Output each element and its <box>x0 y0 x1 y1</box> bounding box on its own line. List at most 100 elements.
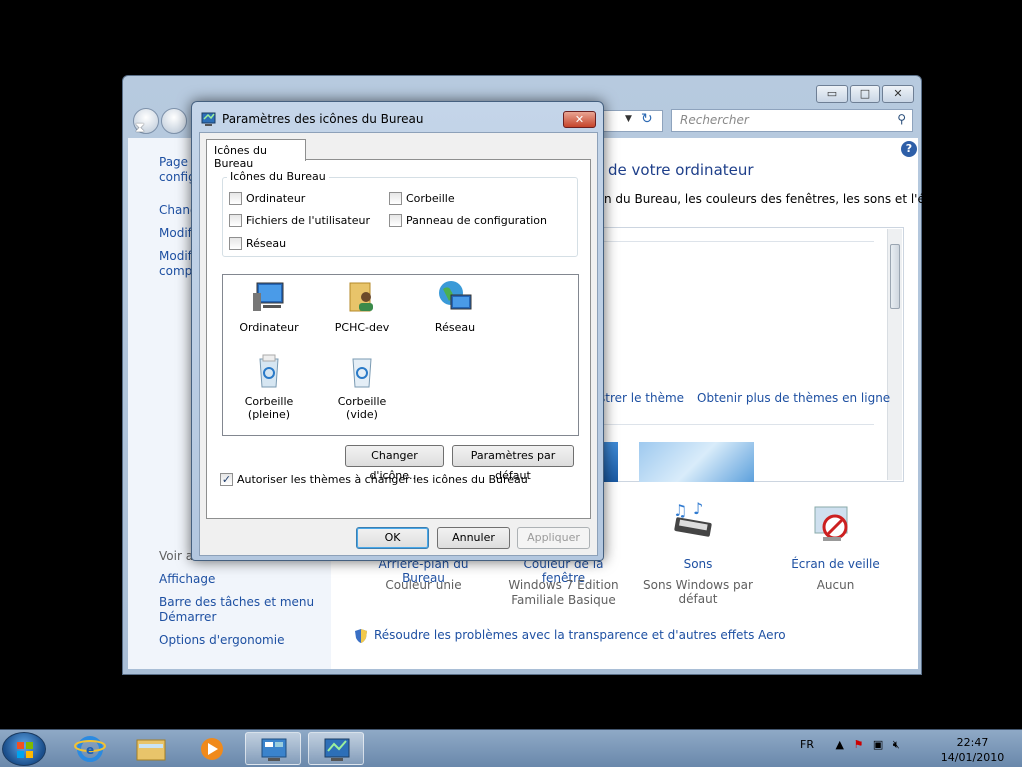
dialog-close-button[interactable]: ✕ <box>563 111 596 128</box>
network-icon <box>437 279 473 315</box>
svg-text:♫: ♫ <box>673 501 687 520</box>
taskbar-explorer[interactable] <box>123 732 179 765</box>
network-tray-icon[interactable]: ▣ <box>873 738 883 751</box>
icon-item-recycle-empty[interactable]: Corbeille (vide) <box>322 353 402 421</box>
svg-text:e: e <box>86 743 94 757</box>
window-color-value-2: Familiale Basique <box>511 593 616 607</box>
taskbar-ie[interactable]: e <box>62 732 118 765</box>
icon-label: Réseau <box>434 321 476 334</box>
cancel-button[interactable]: Annuler <box>437 527 510 549</box>
clock-time: 22:47 <box>956 736 989 749</box>
checkbox-ordinateur[interactable]: Ordinateur <box>229 192 305 205</box>
computer-icon <box>251 279 287 315</box>
checkbox-label: Réseau <box>246 237 287 250</box>
icon-list[interactable]: Ordinateur PCHC-dev Réseau Corbeille (pl… <box>222 274 579 436</box>
forward-button[interactable] <box>161 108 187 134</box>
screensaver-link[interactable]: Écran de veille <box>778 557 893 571</box>
clock-date: 14/01/2010 <box>940 751 1005 764</box>
checkbox-control-panel[interactable]: Panneau de configuration <box>389 214 547 227</box>
busy-cursor-icon: ⧗ <box>135 120 145 136</box>
page-subtitle: n du Bureau, les couleurs des fenêtres, … <box>604 192 952 206</box>
scrollbar-thumb[interactable] <box>890 244 900 309</box>
volume-muted-icon[interactable]: 🔇︎ <box>893 738 900 751</box>
dialog-title: Paramètres des icônes du Bureau <box>222 112 424 126</box>
user-folder-icon <box>344 279 380 315</box>
icon-label: Corbeille (pleine) <box>244 395 294 421</box>
maximize-button[interactable]: □ <box>850 85 880 103</box>
language-indicator[interactable]: FR <box>800 738 814 751</box>
dialog-body: Icônes du Bureau Icônes du Bureau Ordina… <box>199 132 598 556</box>
help-icon[interactable]: ? <box>901 141 917 157</box>
ok-button[interactable]: OK <box>356 527 429 549</box>
page-heading: de votre ordinateur <box>608 161 754 179</box>
taskbar-control-panel[interactable] <box>245 732 301 765</box>
more-themes-link[interactable]: Obtenir plus de thèmes en ligne <box>697 391 890 405</box>
recycle-bin-empty-icon <box>344 353 380 389</box>
checkbox-box[interactable] <box>389 214 402 227</box>
search-icon[interactable]: ⚲ <box>897 112 906 126</box>
change-icon-button[interactable]: Changer d'icône... <box>345 445 444 482</box>
icon-item-reseau[interactable]: Réseau <box>415 279 495 334</box>
save-theme-link[interactable]: strer le thème <box>599 391 684 405</box>
checkbox-label: Corbeille <box>406 192 455 205</box>
checkbox-box[interactable] <box>229 237 242 250</box>
link-affichage[interactable]: Affichage <box>159 572 215 586</box>
checkbox-user-files[interactable]: Fichiers de l'utilisateur <box>229 214 370 227</box>
checkbox-box[interactable] <box>389 192 402 205</box>
minimize-button[interactable]: ▭ <box>816 85 848 103</box>
icon-label: Ordinateur <box>239 321 299 334</box>
desktop-background-value: Couleur unie <box>385 578 462 592</box>
sounds-icon[interactable]: ♫ ♪ <box>671 499 715 538</box>
checkbox-label: Autoriser les thèmes à changer les icône… <box>237 473 528 486</box>
dialog-app-icon <box>201 111 217 127</box>
scrollbar[interactable] <box>887 229 902 480</box>
taskbar-media-player[interactable] <box>184 732 240 765</box>
checkbox-box[interactable] <box>229 192 242 205</box>
desktop-icon-settings-dialog: Paramètres des icônes du Bureau ✕ Icônes… <box>191 101 604 561</box>
sounds-link[interactable]: Sons <box>628 557 768 571</box>
checkbox-corbeille[interactable]: Corbeille <box>389 192 455 205</box>
tab-panel: Icônes du Bureau Ordinateur Corbeille Fi… <box>206 159 591 519</box>
checkbox-box[interactable]: ✓ <box>220 473 233 486</box>
taskbar-desktop-icons[interactable] <box>308 732 364 765</box>
restore-default-button[interactable]: Paramètres par défaut <box>452 445 574 482</box>
system-tray: FR ▲ ⚑ ▣ 🔇︎ <box>800 738 900 752</box>
recycle-bin-full-icon <box>251 353 287 389</box>
group-title: Icônes du Bureau <box>227 170 329 183</box>
icon-item-recycle-full[interactable]: Corbeille (pleine) <box>229 353 309 421</box>
theme-list[interactable] <box>604 227 904 482</box>
link-ergonomics[interactable]: Options d'ergonomie <box>159 633 284 647</box>
icon-label: Corbeille (vide) <box>337 395 387 421</box>
checkbox-box[interactable] <box>229 214 242 227</box>
close-button[interactable]: ✕ <box>882 85 914 103</box>
screensaver-value: Aucun <box>816 578 855 592</box>
theme-thumb-1[interactable] <box>604 442 618 482</box>
apply-button[interactable]: Appliquer <box>517 527 590 549</box>
shield-icon <box>353 628 369 644</box>
clock[interactable]: 22:47 14/01/2010 <box>930 735 1015 765</box>
checkbox-label: Fichiers de l'utilisateur <box>246 214 371 227</box>
theme-thumb-2[interactable] <box>639 442 754 482</box>
window-color-value: Windows 7 Édition <box>508 578 619 592</box>
icon-item-ordinateur[interactable]: Ordinateur <box>229 279 309 334</box>
svg-text:♪: ♪ <box>693 500 703 518</box>
start-button[interactable] <box>2 732 46 766</box>
icon-label: PCHC-dev <box>334 321 390 334</box>
show-hidden-icons[interactable]: ▲ <box>835 738 843 751</box>
action-center-icon[interactable]: ⚑ <box>853 738 863 751</box>
sounds-value: Sons Windows par défaut <box>643 578 753 606</box>
link-taskbar[interactable]: Barre des tâches et menu <box>159 595 314 609</box>
icon-item-user[interactable]: PCHC-dev <box>322 279 402 334</box>
address-bar[interactable] <box>603 110 663 132</box>
search-input[interactable]: Rechercher ⚲ <box>671 109 913 132</box>
checkbox-reseau[interactable]: Réseau <box>229 237 286 250</box>
screensaver-icon[interactable] <box>811 503 855 547</box>
troubleshoot-link[interactable]: Résoudre les problèmes avec la transpare… <box>374 628 786 642</box>
tab-desktop-icons[interactable]: Icônes du Bureau <box>206 139 306 170</box>
address-dropdown-icon[interactable]: ▼ <box>625 114 632 124</box>
checkbox-label: Panneau de configuration <box>406 214 548 227</box>
taskbar: e FR ▲ ⚑ ▣ 🔇︎ 22:47 14/01/2010 <box>0 729 1022 767</box>
link-taskbar-2[interactable]: Démarrer <box>159 610 216 624</box>
allow-themes-checkbox[interactable]: ✓ Autoriser les thèmes à changer les icôn… <box>220 473 528 486</box>
refresh-icon[interactable]: ↻ <box>641 111 653 127</box>
